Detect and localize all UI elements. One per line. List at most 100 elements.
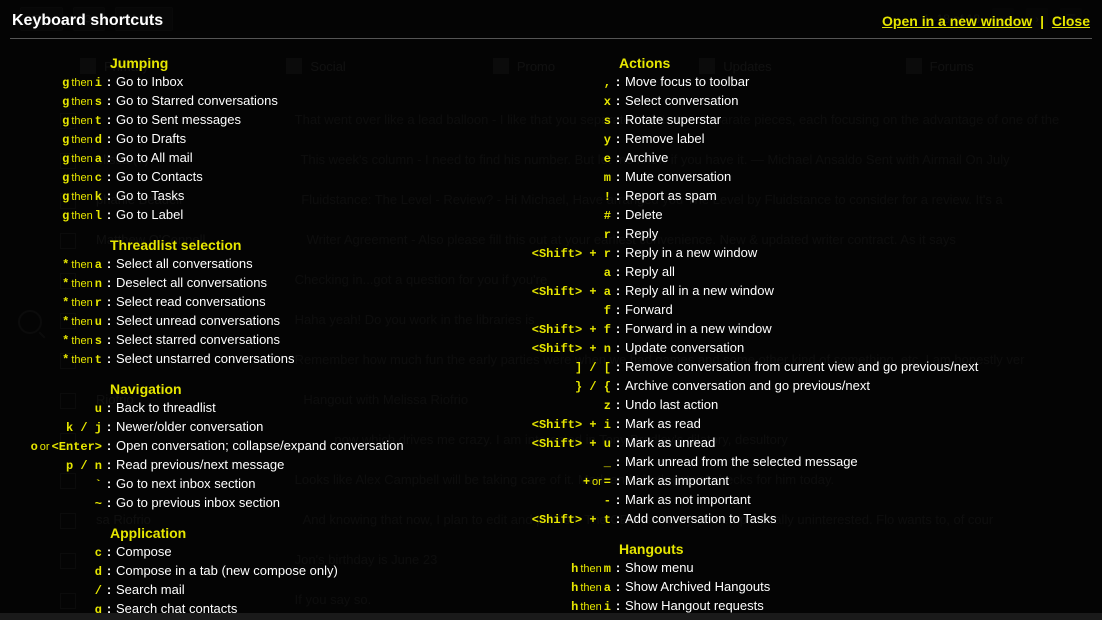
shortcut-desc: Add conversation to Tasks <box>625 510 777 528</box>
shortcut-row: *thenr:Select read conversations <box>10 293 515 312</box>
shortcut-row: !:Report as spam <box>515 187 1085 206</box>
colon: : <box>611 358 625 376</box>
colon: : <box>102 543 116 561</box>
shortcut-desc: Go to Starred conversations <box>116 92 278 110</box>
shortcut-row: d:Compose in a tab (new compose only) <box>10 562 515 581</box>
shortcut-keys: gthens <box>10 93 102 111</box>
shortcut-row: e:Archive <box>515 149 1085 168</box>
colon: : <box>611 320 625 338</box>
colon: : <box>611 377 625 395</box>
shortcut-desc: Newer/older conversation <box>116 418 263 436</box>
shortcut-desc: Select read conversations <box>116 293 266 311</box>
shortcut-desc: Show Hangout requests <box>625 597 764 613</box>
shortcut-desc: Go to next inbox section <box>116 475 255 493</box>
shortcut-keys: y <box>515 131 611 149</box>
colon: : <box>611 491 625 509</box>
shortcut-desc: Mark as not important <box>625 491 751 509</box>
shortcut-keys: gthenc <box>10 169 102 187</box>
shortcut-row: } / {:Archive conversation and go previo… <box>515 377 1085 396</box>
colon: : <box>611 597 625 613</box>
shortcut-keys: hthenm <box>515 560 611 578</box>
shortcut-keys: <Shift> + a <box>515 283 611 301</box>
shortcut-keys: ! <box>515 188 611 206</box>
shortcut-keys: k / j <box>10 419 102 437</box>
shortcut-keys: c <box>10 544 102 562</box>
shortcut-keys: htheni <box>515 598 611 613</box>
colon: : <box>102 331 116 349</box>
close-link[interactable]: Close <box>1052 13 1090 29</box>
shortcut-keys: _ <box>515 454 611 472</box>
shortcut-row: gthent:Go to Sent messages <box>10 111 515 130</box>
shortcut-desc: Open conversation; collapse/expand conve… <box>116 437 404 455</box>
shortcut-keys: p / n <box>10 457 102 475</box>
colon: : <box>102 600 116 613</box>
shortcut-row: gthenl:Go to Label <box>10 206 515 225</box>
colon: : <box>611 187 625 205</box>
colon: : <box>102 130 116 148</box>
shortcut-keys: <Shift> + f <box>515 321 611 339</box>
colon: : <box>611 510 625 528</box>
shortcut-row: *thent:Select unstarred conversations <box>10 350 515 369</box>
shortcut-desc: Back to threadlist <box>116 399 216 417</box>
shortcut-row: /:Search mail <box>10 581 515 600</box>
colon: : <box>611 415 625 433</box>
shortcut-keys: a <box>515 264 611 282</box>
shortcut-keys: gthend <box>10 131 102 149</box>
shortcut-row: +or=:Mark as important <box>515 472 1085 491</box>
shortcut-row: gthena:Go to All mail <box>10 149 515 168</box>
shortcut-desc: Mark as read <box>625 415 701 433</box>
shortcut-desc: Go to Contacts <box>116 168 203 186</box>
shortcut-keys: *thent <box>10 351 102 369</box>
colon: : <box>102 494 116 512</box>
colon: : <box>102 149 116 167</box>
shortcut-keys: d <box>10 563 102 581</box>
shortcut-desc: Go to Drafts <box>116 130 186 148</box>
shortcut-desc: Compose <box>116 543 172 561</box>
open-new-window-link[interactable]: Open in a new window <box>882 13 1032 29</box>
colon: : <box>102 293 116 311</box>
shortcut-keys: r <box>515 226 611 244</box>
colon: : <box>611 130 625 148</box>
shortcut-row: u:Back to threadlist <box>10 399 515 418</box>
section-hangouts: Hangouts <box>619 541 1085 557</box>
colon: : <box>102 437 116 455</box>
shortcut-row: s:Rotate superstar <box>515 111 1085 130</box>
shortcut-desc: Move focus to toolbar <box>625 73 749 91</box>
colon: : <box>102 111 116 129</box>
shortcut-keys: ] / [ <box>515 359 611 377</box>
colon: : <box>611 206 625 224</box>
shortcut-row: c:Compose <box>10 543 515 562</box>
shortcut-keys: gthena <box>10 150 102 168</box>
shortcut-keys: } / { <box>515 378 611 396</box>
shortcut-row: `:Go to next inbox section <box>10 475 515 494</box>
colon: : <box>611 263 625 281</box>
shortcut-row: r:Reply <box>515 225 1085 244</box>
colon: : <box>611 301 625 319</box>
colon: : <box>611 92 625 110</box>
shortcut-desc: Remove conversation from current view an… <box>625 358 978 376</box>
colon: : <box>102 274 116 292</box>
shortcut-keys: <Shift> + r <box>515 245 611 263</box>
shortcut-desc: Search chat contacts <box>116 600 237 613</box>
shortcut-desc: Mark unread from the selected message <box>625 453 858 471</box>
shortcut-row: gthend:Go to Drafts <box>10 130 515 149</box>
shortcut-row: <Shift> + t:Add conversation to Tasks <box>515 510 1085 529</box>
colon: : <box>611 339 625 357</box>
shortcut-desc: Show Archived Hangouts <box>625 578 770 596</box>
shortcut-row: f:Forward <box>515 301 1085 320</box>
shortcut-row: htheni:Show Hangout requests <box>515 597 1085 613</box>
shortcut-keys: <Shift> + n <box>515 340 611 358</box>
colon: : <box>102 456 116 474</box>
colon: : <box>102 581 116 599</box>
shortcut-row: hthenm:Show menu <box>515 559 1085 578</box>
colon: : <box>611 225 625 243</box>
shortcut-keys: / <box>10 582 102 600</box>
shortcut-keys: u <box>10 400 102 418</box>
shortcut-keys: , <box>515 74 611 92</box>
colon: : <box>611 453 625 471</box>
colon: : <box>102 168 116 186</box>
shortcut-row: #:Delete <box>515 206 1085 225</box>
shortcut-desc: Select starred conversations <box>116 331 280 349</box>
overlay-title: Keyboard shortcuts <box>12 12 163 30</box>
shortcut-desc: Undo last action <box>625 396 718 414</box>
